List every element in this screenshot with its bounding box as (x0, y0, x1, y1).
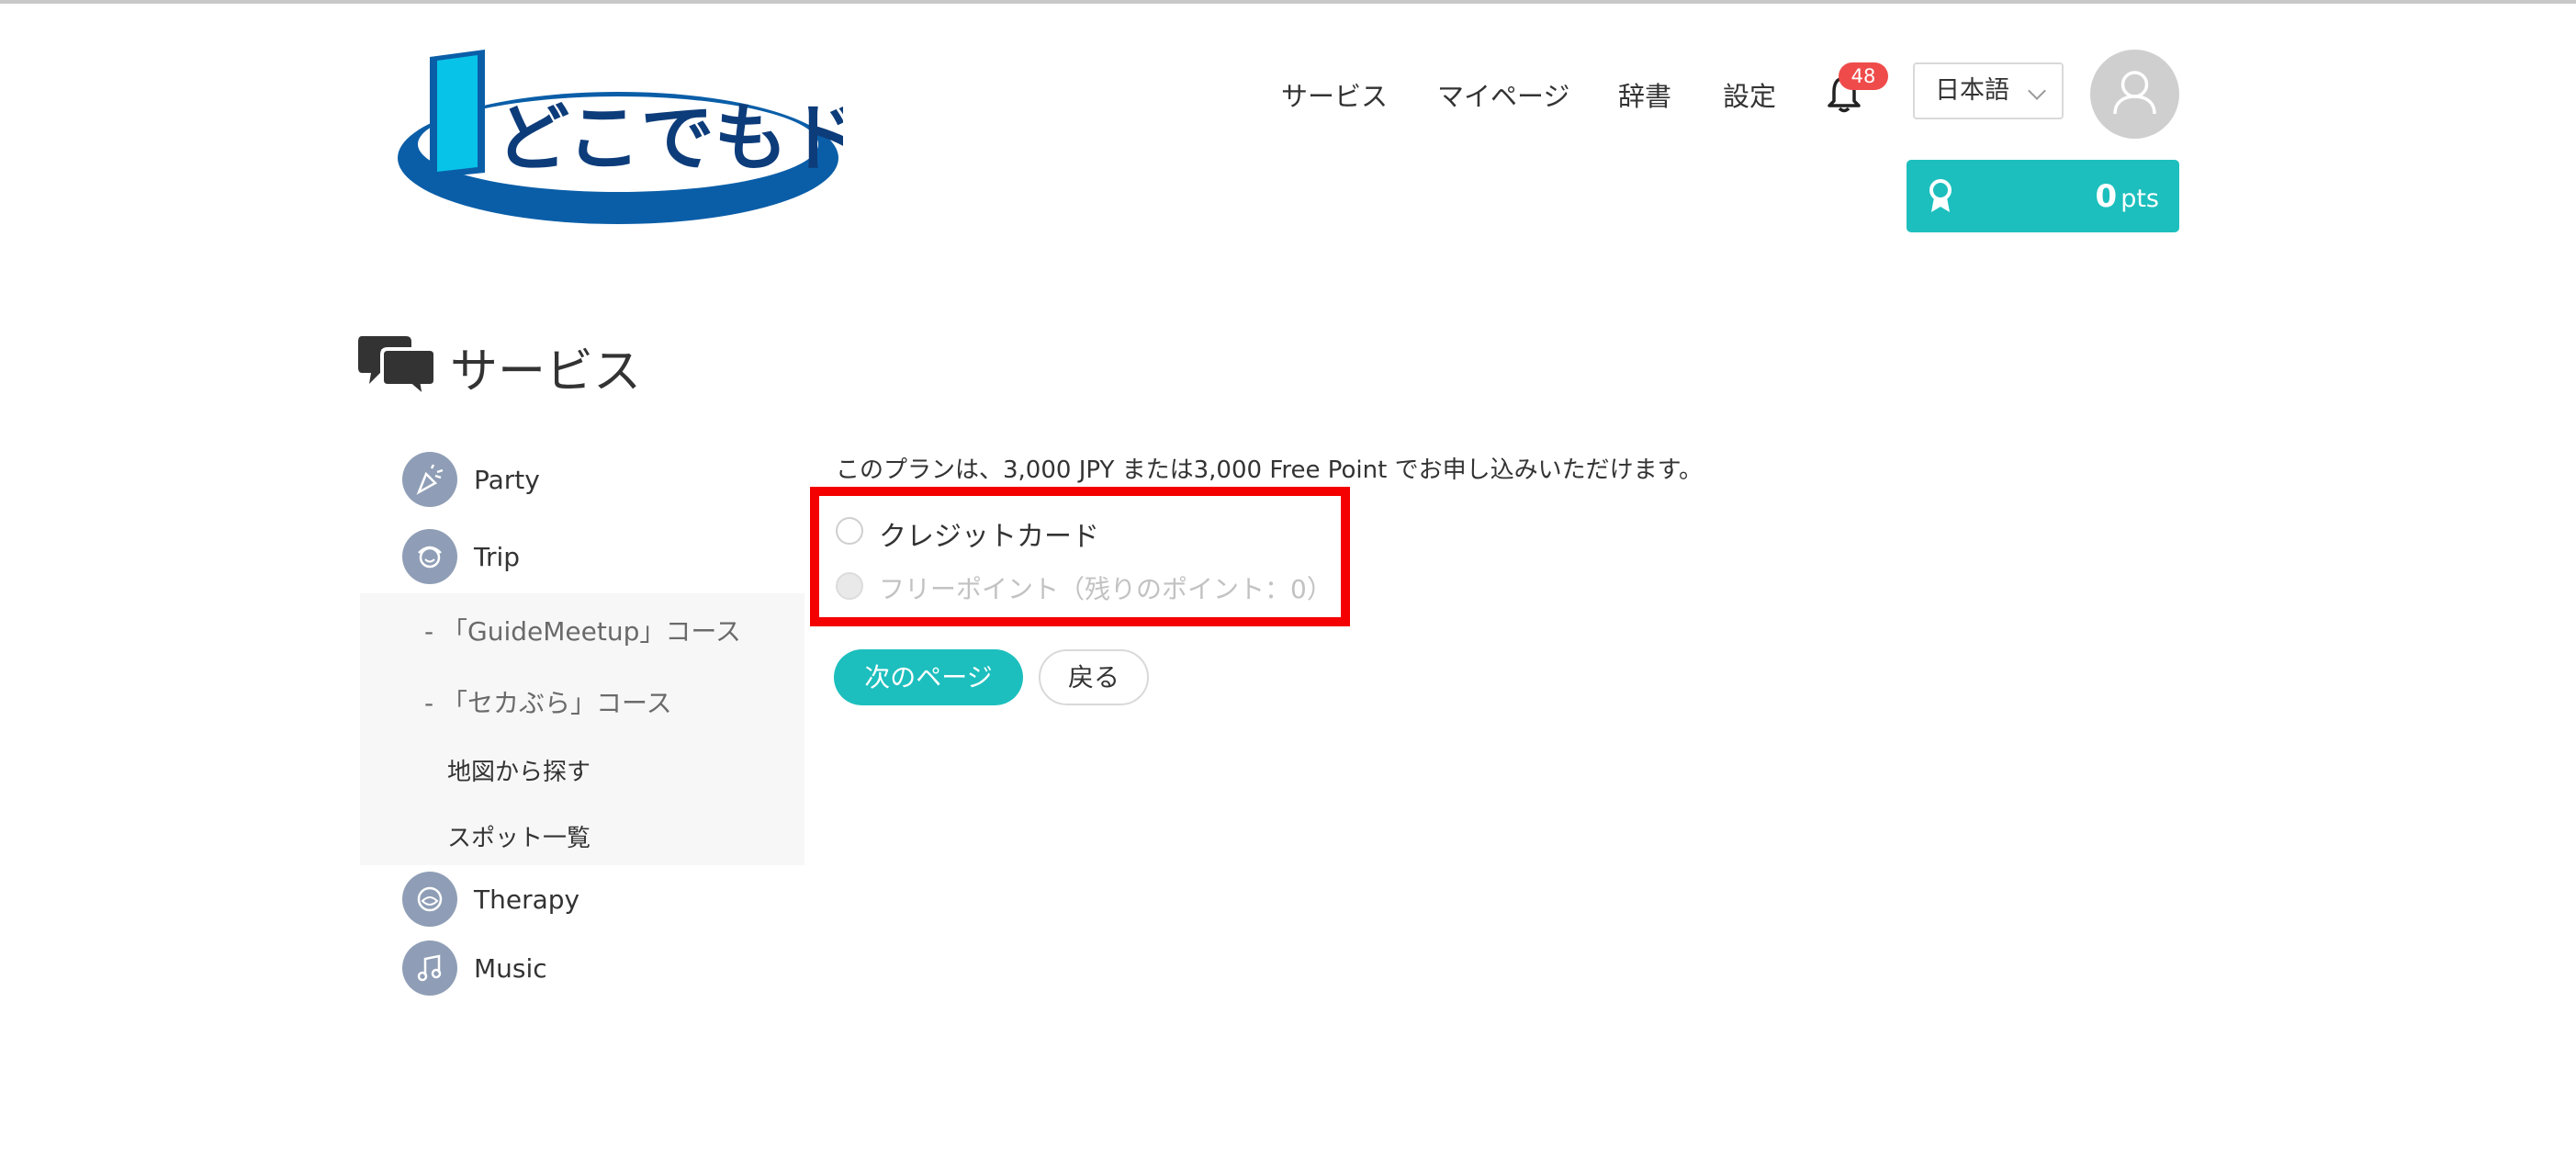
sidebar-item-label: Music (474, 953, 547, 984)
logo-text: どこでもドア (496, 96, 843, 181)
points-badge[interactable]: 0 pts (1907, 160, 2179, 232)
back-button[interactable]: 戻る (1039, 649, 1149, 705)
language-label: 日本語 (1935, 76, 2009, 105)
chat-bubbles-icon (358, 334, 437, 402)
points-number: 0 (2095, 178, 2118, 215)
plan-description: このプランは、3,000 JPY または3,000 Free Point でお申… (836, 456, 1703, 484)
nav-settings[interactable]: 設定 (1723, 75, 1776, 114)
nav-services[interactable]: サービス (1281, 75, 1388, 114)
points-value: 0 pts (2096, 178, 2159, 215)
user-icon (2113, 71, 2156, 115)
points-unit: pts (2120, 185, 2159, 213)
avatar[interactable] (2090, 50, 2179, 139)
credit-card-radio[interactable] (836, 517, 863, 545)
free-point-label: フリーポイント（残りのポイント：0） (879, 574, 1333, 604)
chevron-down-icon (2028, 82, 2046, 100)
nav-dictionary[interactable]: 辞書 (1618, 75, 1671, 114)
link-spot-list[interactable]: スポット一覧 (447, 819, 591, 853)
next-page-button[interactable]: 次のページ (834, 649, 1023, 705)
trip-submenu: - 「GuideMeetup」コース - 「セカぶら」コース 地図から探す スポ… (360, 593, 804, 865)
dokodemo-door-logo[interactable]: どこでもドア (393, 48, 935, 231)
free-point-radio[interactable] (836, 572, 863, 600)
nav-mypage[interactable]: マイページ (1437, 75, 1569, 114)
course-sekabura[interactable]: - 「セカぶら」コース (424, 683, 672, 720)
award-ribbon-icon (1929, 179, 1952, 212)
notification-badge: 48 (1839, 62, 1888, 90)
music-note-icon (402, 940, 457, 996)
party-popper-icon (402, 452, 457, 507)
course-guidemeetup[interactable]: - 「GuideMeetup」コース (424, 612, 741, 648)
credit-card-label[interactable]: クレジットカード (879, 513, 1099, 554)
sidebar-item-label: Trip (474, 542, 521, 572)
link-search-map[interactable]: 地図から探す (447, 753, 591, 787)
trip-person-icon (402, 529, 457, 584)
sidebar-item-label: Party (474, 465, 540, 495)
page-title: サービス (450, 344, 642, 400)
sidebar-item-label: Therapy (474, 884, 580, 915)
language-select[interactable]: 日本語 (1913, 62, 2064, 119)
therapy-icon (402, 872, 457, 927)
